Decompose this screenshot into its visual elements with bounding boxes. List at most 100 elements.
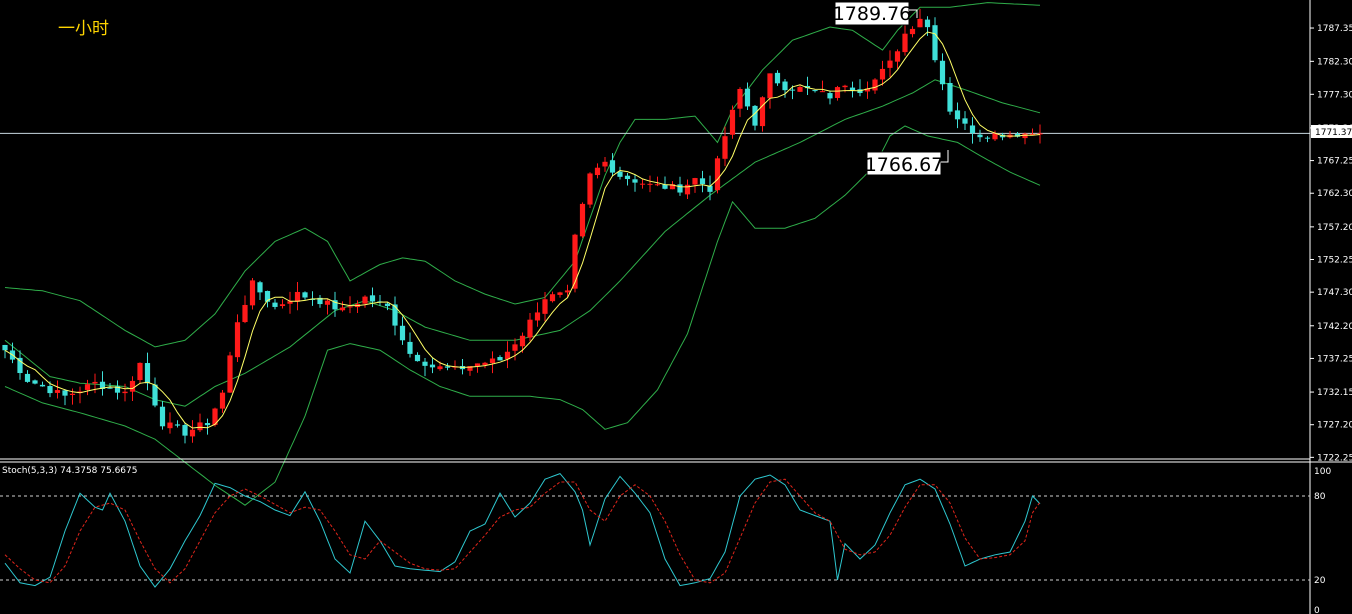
candle-body: [654, 184, 661, 186]
price-tick-label: 1742.20: [1317, 322, 1352, 332]
timeframe-label: 一小时: [58, 19, 109, 39]
candle-body: [984, 137, 991, 139]
candle-body: [189, 429, 196, 437]
chart-background: [0, 0, 1352, 614]
high-annotation-text: 1789.76: [833, 3, 912, 25]
candle-body: [242, 304, 248, 323]
candle-body: [729, 109, 736, 135]
stochastic-tick-label: 80: [1314, 492, 1326, 502]
stochastic-tick-label: 0: [1314, 606, 1320, 614]
candle-body: [737, 88, 743, 109]
candle-body: [324, 300, 331, 305]
candle-body: [827, 93, 833, 99]
candle-body: [144, 363, 151, 384]
candle-body: [107, 387, 113, 389]
candle-body: [594, 167, 601, 176]
price-tick-label: 1767.25: [1317, 157, 1352, 167]
candle-body: [894, 51, 901, 62]
candle-body: [197, 422, 203, 431]
candle-body: [557, 292, 563, 295]
candle-body: [182, 424, 188, 436]
candle-body: [219, 392, 226, 409]
candle-body: [782, 81, 788, 91]
stochastic-tick-label: 20: [1314, 576, 1326, 586]
candle-body: [759, 97, 766, 127]
candle-body: [677, 184, 683, 193]
candle-body: [977, 134, 983, 138]
candle-body: [564, 290, 571, 293]
candle-body: [84, 384, 91, 390]
candle: [227, 351, 233, 393]
candle-body: [812, 90, 818, 92]
candle-body: [624, 175, 631, 180]
candle-body: [752, 105, 758, 126]
candle-body: [444, 366, 451, 368]
candle-body: [32, 380, 38, 384]
candle-body: [909, 28, 916, 35]
candle-body: [609, 160, 616, 173]
candle-body: [744, 88, 751, 107]
price-tick-label: 1727.20: [1317, 421, 1352, 431]
price-tick-label: 1777.30: [1317, 90, 1352, 100]
candle-body: [519, 335, 526, 347]
candle-body: [902, 33, 908, 53]
candle-body: [399, 325, 406, 341]
candle-body: [369, 295, 376, 302]
trading-chart: 一小时 1789.76 1766.67 1787.35 1782.30 1777.3…: [0, 0, 1352, 614]
candle-body: [632, 179, 638, 183]
candle-body: [249, 280, 256, 306]
candle-body: [257, 282, 263, 293]
candle-body: [234, 322, 241, 358]
candle-body: [872, 79, 878, 91]
candle: [587, 172, 593, 209]
candle-body: [939, 60, 946, 85]
candle-body: [62, 390, 68, 396]
candle-body: [932, 25, 938, 61]
candle-body: [549, 294, 556, 302]
candle-body: [962, 118, 968, 124]
candle-body: [39, 384, 46, 387]
candle-body: [429, 364, 436, 368]
candle-body: [879, 68, 886, 80]
candle-body: [414, 354, 421, 362]
low-annotation-text: 1766.67: [865, 154, 944, 176]
candle-body: [924, 19, 931, 28]
candle: [714, 155, 721, 194]
candle-body: [437, 366, 443, 370]
candle-body: [714, 158, 721, 191]
candle-body: [407, 341, 413, 354]
candle-body: [722, 136, 728, 159]
candle-body: [159, 406, 166, 427]
candle-body: [534, 312, 541, 321]
candle-body: [647, 183, 653, 185]
price-tick-label: 1737.25: [1317, 354, 1352, 364]
candle-body: [362, 296, 368, 304]
candle-body: [2, 344, 8, 351]
candle-body: [272, 302, 278, 307]
price-tick-label: 1747.30: [1317, 288, 1352, 298]
price-tick-label: 1732.15: [1317, 388, 1352, 398]
candle-body: [774, 72, 781, 84]
candle-body: [294, 291, 301, 302]
candle-body: [174, 424, 181, 426]
stochastic-tick-label: 100: [1314, 467, 1331, 477]
candle-body: [482, 362, 488, 365]
candle-body: [392, 304, 398, 326]
candle-body: [122, 391, 128, 394]
candle-body: [602, 161, 608, 167]
candle-body: [227, 355, 233, 393]
candle-body: [542, 299, 548, 314]
candle-body: [489, 358, 496, 364]
candle-body: [512, 344, 518, 351]
candle-body: [47, 386, 53, 394]
candle-body: [587, 173, 593, 205]
candle-body: [527, 319, 533, 338]
candle-body: [692, 178, 698, 185]
price-tick-label: 1782.30: [1317, 57, 1352, 67]
candle-body: [797, 86, 803, 92]
candle-body: [167, 422, 173, 429]
price-tick-label: 1787.35: [1317, 24, 1352, 34]
candle-body: [339, 307, 346, 311]
candle-body: [789, 89, 796, 91]
candle-body: [969, 125, 976, 134]
